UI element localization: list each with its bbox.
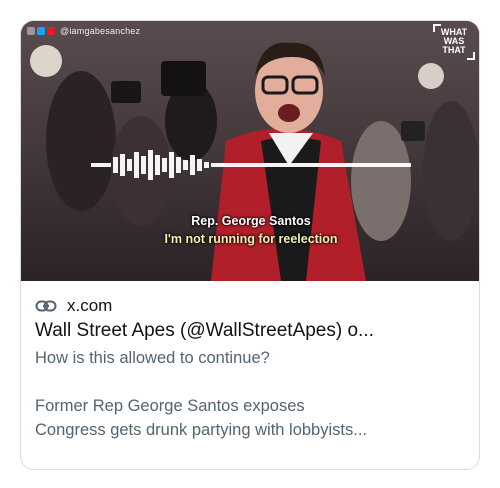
link-description: How is this allowed to continue? Former … [35, 346, 467, 442]
link-preview-card[interactable]: @iamgabesanchez WHAT WAS THAT Rep. Georg… [20, 20, 480, 470]
description-line: How is this allowed to continue? [35, 349, 270, 367]
video-thumbnail[interactable]: @iamgabesanchez WHAT WAS THAT Rep. Georg… [21, 21, 479, 281]
what-was-that-logo: WHAT WAS THAT [433, 24, 475, 60]
logo-line-3: THAT [442, 45, 466, 55]
link-icon [35, 300, 57, 312]
link-preview-meta[interactable]: x.com Wall Street Apes (@WallStreetApes)… [21, 281, 479, 469]
watermark-handle-text: @iamgabesanchez [60, 26, 141, 36]
twitter-icon [37, 27, 45, 35]
caption-quote: I'm not running for reelection [164, 232, 338, 246]
description-line: Congress gets drunk partying with lobbyi… [35, 421, 367, 439]
description-line: Former Rep George Santos exposes [35, 397, 305, 415]
youtube-icon [47, 27, 55, 35]
link-title[interactable]: Wall Street Apes (@WallStreetApes) o... [35, 320, 455, 342]
instagram-icon [27, 27, 35, 35]
caption-speaker: Rep. George Santos [191, 214, 311, 228]
watermark-handle: @iamgabesanchez [27, 26, 140, 36]
link-domain[interactable]: x.com [67, 296, 112, 316]
domain-row: x.com [35, 295, 467, 317]
